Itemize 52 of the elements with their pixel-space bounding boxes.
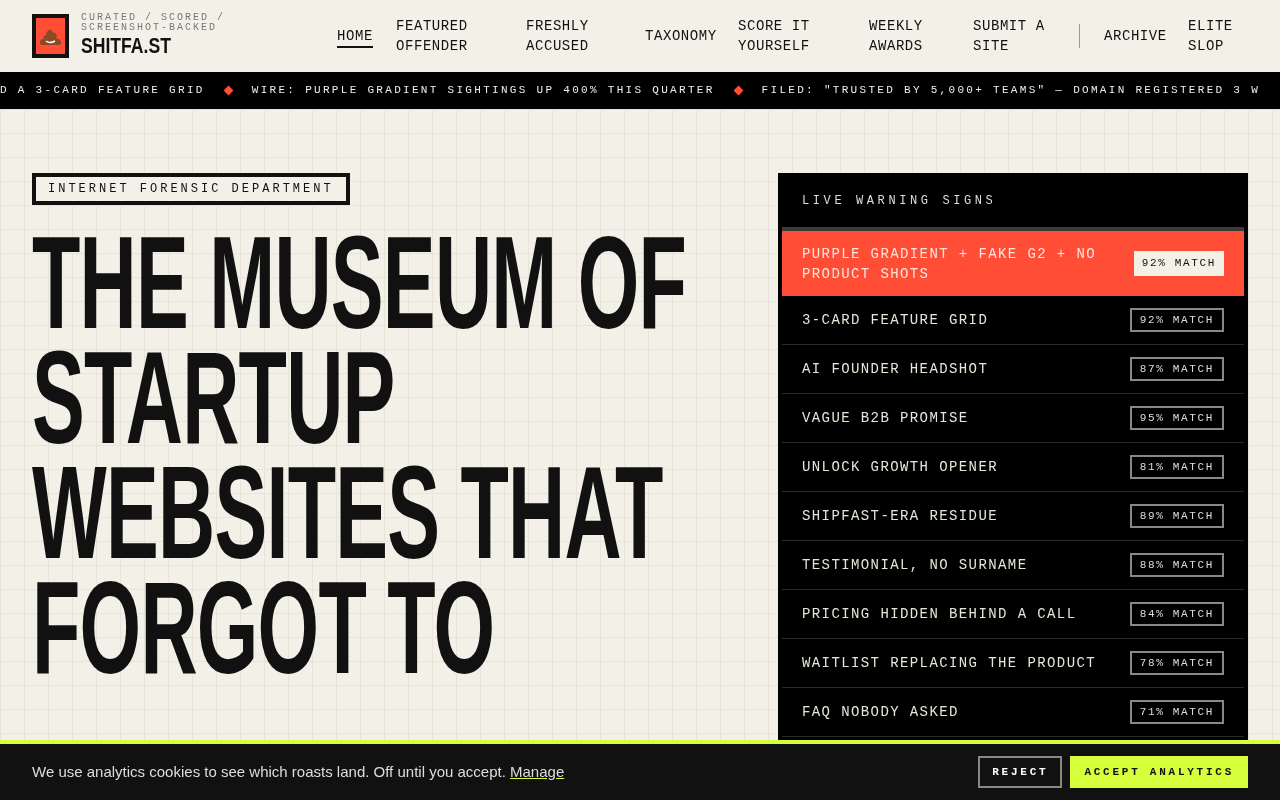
- accept-button[interactable]: ACCEPT ANALYTICS: [1070, 756, 1248, 788]
- warning-row[interactable]: 3-CARD FEATURE GRID 92% MATCH: [782, 296, 1244, 345]
- warning-label: SHIPFAST-ERA RESIDUE: [802, 507, 1000, 526]
- warning-label: AI FOUNDER HEADSHOT: [802, 360, 990, 379]
- warning-label: PRICING HIDDEN BEHIND A CALL: [802, 605, 1078, 624]
- brand-tagline: CURATED / SCORED / SCREENSHOT-BACKED: [81, 13, 227, 33]
- match-badge: 71% MATCH: [1129, 699, 1224, 725]
- warning-row[interactable]: UNLOCK GROWTH OPENER 81% MATCH: [782, 443, 1244, 492]
- nav-link[interactable]: SUBMIT A SITE: [973, 16, 1079, 56]
- match-badge: 88% MATCH: [1129, 552, 1224, 578]
- warning-row[interactable]: SHIPFAST-ERA RESIDUE 89% MATCH: [782, 492, 1244, 541]
- hero-headline: THE MUSEUM OF STARTUP WEBSITES THAT FORGOT TO: [32, 219, 687, 685]
- match-badge: 87% MATCH: [1129, 356, 1224, 382]
- warning-row[interactable]: AI FOUNDER HEADSHOT 87% MATCH: [782, 345, 1244, 394]
- nav-link[interactable]: ARCHIVE: [1104, 26, 1188, 46]
- ticker-item: D A 3-CARD FEATURE GRID: [0, 83, 205, 99]
- ticker-item: WIRE: PURPLE GRADIENT SIGHTINGS UP 400% THIS QUARTER: [251, 83, 715, 99]
- nav-link[interactable]: WEEKLY AWARDS: [869, 16, 973, 56]
- panel-title: LIVE WARNING SIGNS: [801, 193, 998, 210]
- match-badge: 84% MATCH: [1129, 601, 1224, 627]
- match-badge: 92% MATCH: [1129, 307, 1224, 333]
- warning-row[interactable]: PRICING HIDDEN BEHIND A CALL 84% MATCH: [782, 590, 1244, 639]
- warning-row[interactable]: TESTIMONIAL, NO SURNAME 88% MATCH: [782, 541, 1244, 590]
- match-badge: 81% MATCH: [1129, 454, 1224, 480]
- brand-name[interactable]: SHITFA.ST: [81, 33, 209, 59]
- warning-label: FAQ NOBODY ASKED: [802, 703, 960, 722]
- reject-button[interactable]: REJECT: [978, 756, 1063, 788]
- warning-label: PURPLE GRADIENT + FAKE G2 + NO PRODUCT SHOTS: [802, 244, 1098, 284]
- warning-row[interactable]: FAQ NOBODY ASKED 71% MATCH: [782, 688, 1244, 737]
- warning-label: VAGUE B2B PROMISE: [802, 409, 970, 428]
- warning-label: UNLOCK GROWTH OPENER: [802, 458, 1000, 477]
- department-label: INTERNET FORENSIC DEPARTMENT: [32, 173, 350, 205]
- match-badge: 78% MATCH: [1129, 650, 1224, 676]
- cookie-message: We use analytics cookies to see which roasts land. Off until you accept. Manage: [32, 761, 565, 782]
- nav-link[interactable]: FEATURED OFFENDER: [396, 16, 526, 56]
- warning-label: WAITLIST REPLACING THE PRODUCT: [802, 654, 1098, 673]
- manage-link[interactable]: Manage: [510, 762, 565, 780]
- warning-row[interactable]: PURPLE GRADIENT + FAKE G2 + NO PRODUCT SHOTS 92% MATCH: [782, 231, 1244, 296]
- nav-link[interactable]: HOME: [337, 26, 396, 46]
- warning-label: 3-CARD FEATURE GRID: [802, 311, 990, 330]
- match-badge: 92% MATCH: [1133, 251, 1224, 276]
- warning-row[interactable]: VAGUE B2B PROMISE 95% MATCH: [782, 394, 1244, 443]
- nav-link[interactable]: FRESHLY ACCUSED: [526, 16, 645, 56]
- nav-link[interactable]: SCORE IT YOURSELF: [738, 16, 869, 56]
- ticker-item: FILED: "TRUSTED BY 5,000+ TEAMS" — DOMAIN REGISTERED 3 W: [761, 83, 1261, 99]
- nav-link[interactable]: TAXONOMY: [645, 26, 738, 46]
- match-badge: 89% MATCH: [1129, 503, 1224, 529]
- logo-icon[interactable]: [32, 14, 69, 58]
- match-badge: 95% MATCH: [1129, 405, 1224, 431]
- warning-label: TESTIMONIAL, NO SURNAME: [802, 556, 1029, 575]
- nav-link[interactable]: ELITE SLOP: [1188, 16, 1248, 56]
- warning-row[interactable]: WAITLIST REPLACING THE PRODUCT 78% MATCH: [782, 639, 1244, 688]
